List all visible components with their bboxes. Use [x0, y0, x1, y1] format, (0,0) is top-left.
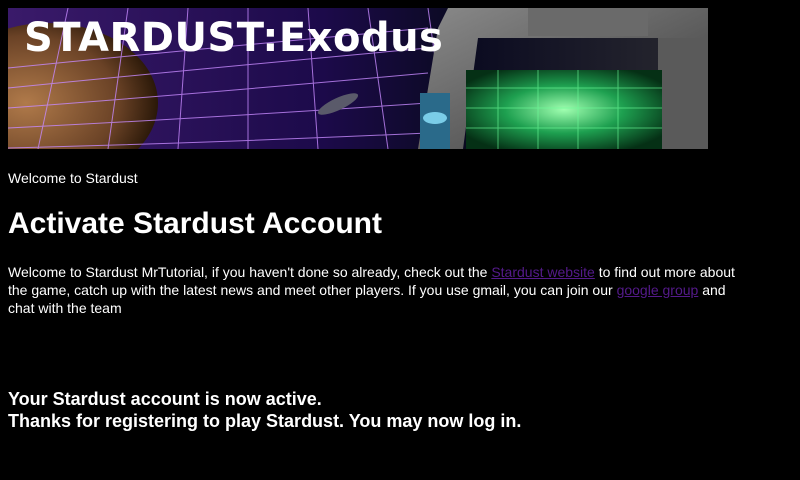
intro-paragraph: Welcome to Stardust MrTutorial, if you h…: [8, 263, 748, 317]
activation-status: Your Stardust account is now active. Tha…: [8, 388, 521, 432]
status-line-login: Thanks for registering to play Stardust.…: [8, 411, 522, 431]
stardust-banner: STARDUST:Exodus: [8, 8, 708, 149]
google-group-link[interactable]: google group: [617, 282, 699, 298]
page-title: Activate Stardust Account: [8, 207, 382, 240]
page: STARDUST:Exodus Welcome to Stardust Acti…: [0, 0, 800, 480]
stardust-website-link[interactable]: Stardust website: [491, 264, 595, 280]
banner-title: STARDUST:Exodus: [24, 15, 444, 61]
status-line-active: Your Stardust account is now active.: [8, 389, 322, 409]
welcome-line: Welcome to Stardust: [8, 170, 138, 186]
intro-text-1: Welcome to Stardust MrTutorial, if you h…: [8, 264, 492, 280]
